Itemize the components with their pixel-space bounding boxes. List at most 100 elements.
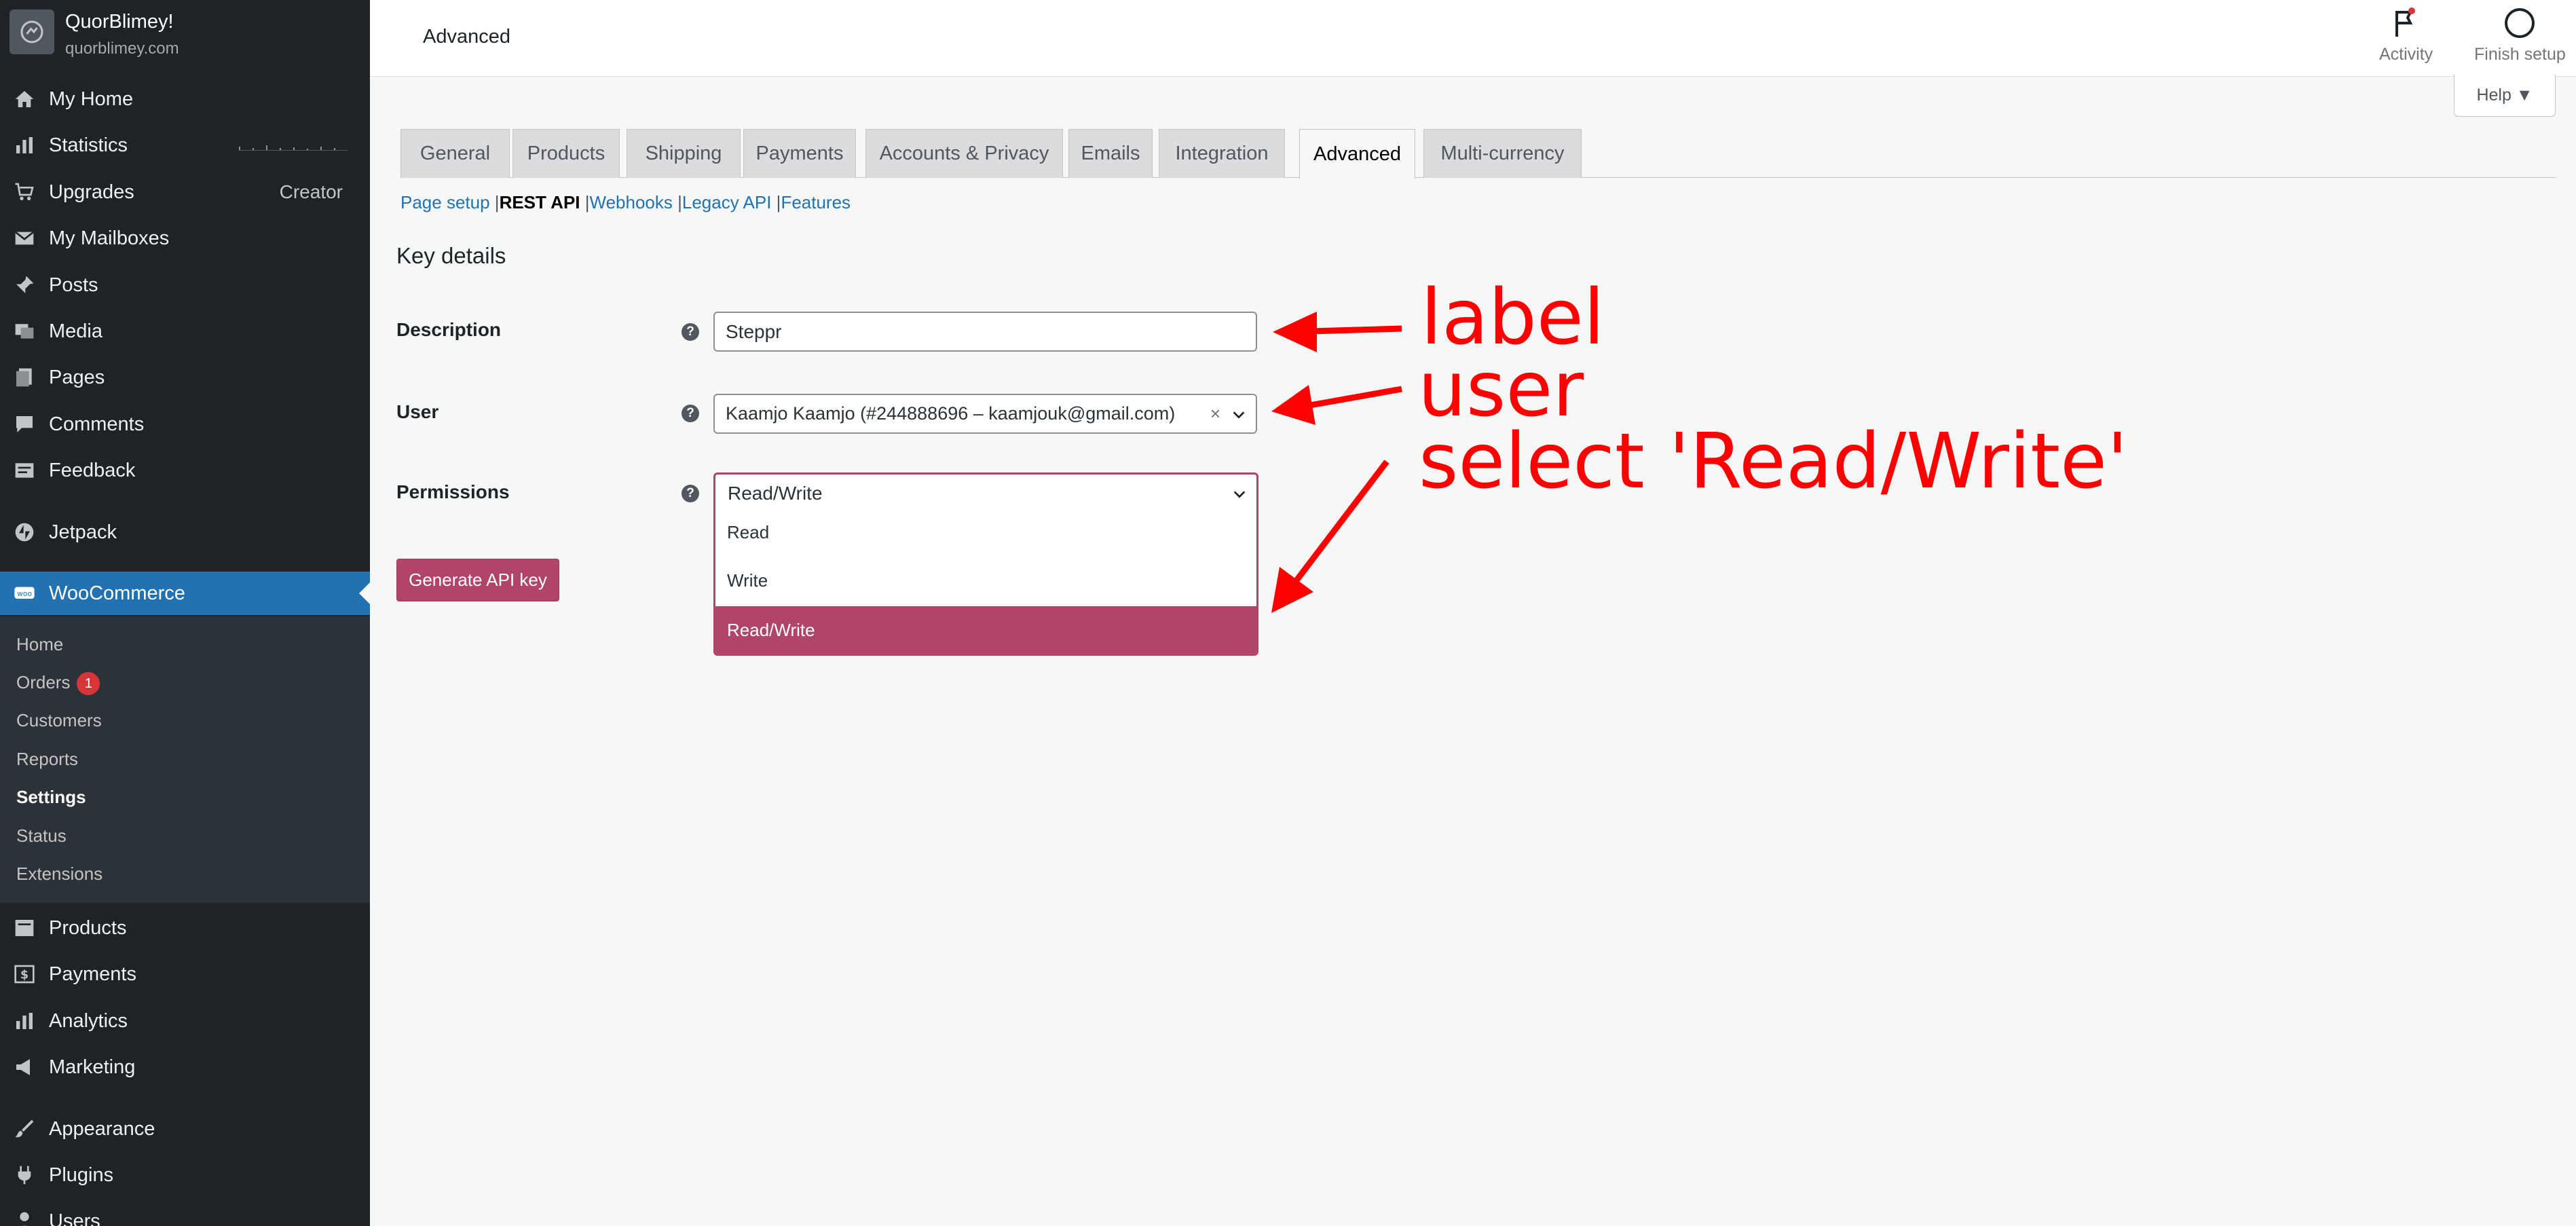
orders-count-badge: 1 (77, 672, 100, 696)
sidebar-item-payments[interactable]: $ Payments (0, 952, 370, 996)
sidebar-item-my-mailboxes[interactable]: My Mailboxes (0, 217, 370, 260)
section-title: Key details (396, 243, 506, 268)
submenu-item-label: Orders (16, 672, 71, 692)
home-icon (12, 87, 37, 111)
help-tip-icon[interactable]: ? (682, 323, 699, 341)
submenu-item-reports[interactable]: Reports (16, 749, 78, 770)
sidebar-item-analytics[interactable]: Analytics (0, 999, 370, 1043)
sidebar-item-label: Analytics (49, 1009, 128, 1032)
sidebar-item-label: Feedback (49, 459, 136, 481)
permissions-select-open[interactable]: Read/Write Read Write Read/Write (713, 472, 1258, 656)
sidebar-item-users[interactable]: Users (0, 1200, 370, 1226)
annotation-label: label (1421, 274, 1605, 362)
sidebar-item-comments[interactable]: Comments (0, 403, 370, 446)
help-tab-button[interactable]: Help ▼ (2454, 75, 2556, 117)
active-indicator (359, 582, 370, 604)
site-header[interactable]: QuorBlimey! quorblimey.com (0, 0, 370, 68)
comment-icon (12, 412, 37, 436)
sidebar-item-label: Marketing (49, 1056, 136, 1078)
sidebar-item-label: Plugins (49, 1164, 114, 1186)
help-tip-icon[interactable]: ? (682, 405, 699, 422)
sidebar-item-my-home[interactable]: My Home (0, 77, 370, 121)
megaphone-icon (12, 1055, 37, 1079)
tab-payments[interactable]: Payments (743, 129, 856, 178)
submenu-item-settings[interactable]: Settings (16, 787, 86, 808)
finish-setup-button[interactable]: Finish setup (2474, 7, 2566, 64)
sidebar-item-statistics[interactable]: Statistics (0, 124, 370, 167)
submenu-item-status[interactable]: Status (16, 825, 67, 847)
subnav-separator: | (584, 192, 590, 212)
site-url: quorblimey.com (65, 39, 179, 58)
sidebar-item-label: Jetpack (49, 521, 117, 543)
cart-icon (12, 180, 37, 204)
media-icon (12, 319, 37, 343)
chevron-down-icon (1233, 411, 1245, 419)
submenu-item-orders[interactable]: Orders 1 (16, 672, 100, 696)
permission-option-write[interactable]: Write (715, 557, 1256, 605)
sidebar-item-media[interactable]: Media (0, 310, 370, 353)
user-select[interactable]: Kaamjo Kaamjo (#244888696 – kaamjouk@gma… (713, 394, 1257, 434)
sidebar-item-posts[interactable]: Posts (0, 263, 370, 307)
generate-api-key-button[interactable]: Generate API key (396, 559, 559, 601)
permission-option-read-write[interactable]: Read/Write (715, 606, 1256, 654)
annotation-user: user (1418, 346, 1584, 434)
tab-multi-currency[interactable]: Multi-currency (1423, 129, 1582, 178)
finish-setup-label: Finish setup (2474, 45, 2566, 64)
tab-general[interactable]: General (400, 129, 510, 178)
sidebar-item-upgrades[interactable]: Upgrades Creator (0, 170, 370, 214)
user-label: User (396, 401, 439, 422)
sidebar-item-label: Upgrades (49, 181, 134, 203)
stats-sparkline (239, 145, 348, 151)
subnav-separator: | (494, 192, 500, 212)
sidebar-item-jetpack[interactable]: Jetpack (0, 510, 370, 554)
settings-tabs: General Products Shipping Payments Accou… (400, 129, 2556, 179)
activity-button[interactable]: Activity (2379, 7, 2433, 64)
sidebar-item-label: Statistics (49, 134, 128, 156)
sidebar-item-products[interactable]: Products (0, 906, 370, 950)
flag-icon (2395, 7, 2415, 37)
subnav-rest-api[interactable]: REST API (500, 192, 580, 212)
sidebar-item-pages[interactable]: Pages (0, 356, 370, 399)
submenu-item-extensions[interactable]: Extensions (16, 863, 102, 885)
woo-icon: woo (12, 581, 37, 606)
tab-advanced[interactable]: Advanced (1299, 129, 1415, 179)
subnav-legacy-api[interactable]: Legacy API (682, 192, 772, 212)
tab-emails[interactable]: Emails (1068, 129, 1153, 178)
subnav-separator: | (677, 192, 682, 212)
admin-sidebar: QuorBlimey! quorblimey.com My Home Stati… (0, 0, 370, 1226)
pin-icon (12, 273, 37, 297)
feedback-icon (12, 458, 37, 483)
sidebar-item-marketing[interactable]: Marketing (0, 1045, 370, 1089)
sidebar-item-appearance[interactable]: Appearance (0, 1107, 370, 1151)
description-input[interactable]: Steppr (713, 312, 1257, 352)
submenu-item-customers[interactable]: Customers (16, 710, 102, 731)
help-tip-icon[interactable]: ? (682, 485, 699, 502)
tab-integration[interactable]: Integration (1159, 129, 1285, 178)
bar-chart-icon (12, 133, 37, 157)
site-logo-icon (10, 10, 54, 54)
subnav-features[interactable]: Features (781, 192, 851, 212)
tab-shipping[interactable]: Shipping (627, 129, 741, 178)
submenu-item-home[interactable]: Home (16, 634, 63, 655)
page-title: Advanced (423, 26, 510, 48)
permission-option-read[interactable]: Read (715, 508, 1256, 557)
subnav-page-setup[interactable]: Page setup (400, 192, 490, 212)
arrow-to-read-write (1294, 460, 1389, 582)
arrow-head (1271, 567, 1313, 613)
top-bar: Advanced Activity Finish setup (370, 0, 2576, 77)
clear-selection-icon[interactable]: × (1210, 395, 1220, 432)
activity-label: Activity (2379, 45, 2433, 64)
tab-products[interactable]: Products (512, 129, 620, 178)
sidebar-item-woocommerce[interactable]: woo WooCommerce (0, 572, 370, 615)
sidebar-item-label: My Home (49, 88, 134, 110)
description-label: Description (396, 319, 502, 340)
sidebar-item-feedback[interactable]: Feedback (0, 449, 370, 492)
arrow-head (1273, 312, 1317, 352)
sidebar-item-plugins[interactable]: Plugins (0, 1153, 370, 1197)
analytics-icon (12, 1009, 37, 1033)
advanced-subnav: Page setup |REST API |Webhooks |Legacy A… (400, 192, 851, 213)
subnav-webhooks[interactable]: Webhooks (590, 192, 673, 212)
tab-accounts-privacy[interactable]: Accounts & Privacy (865, 129, 1063, 178)
site-name: QuorBlimey! (65, 11, 174, 33)
sidebar-item-label: Comments (49, 413, 145, 435)
